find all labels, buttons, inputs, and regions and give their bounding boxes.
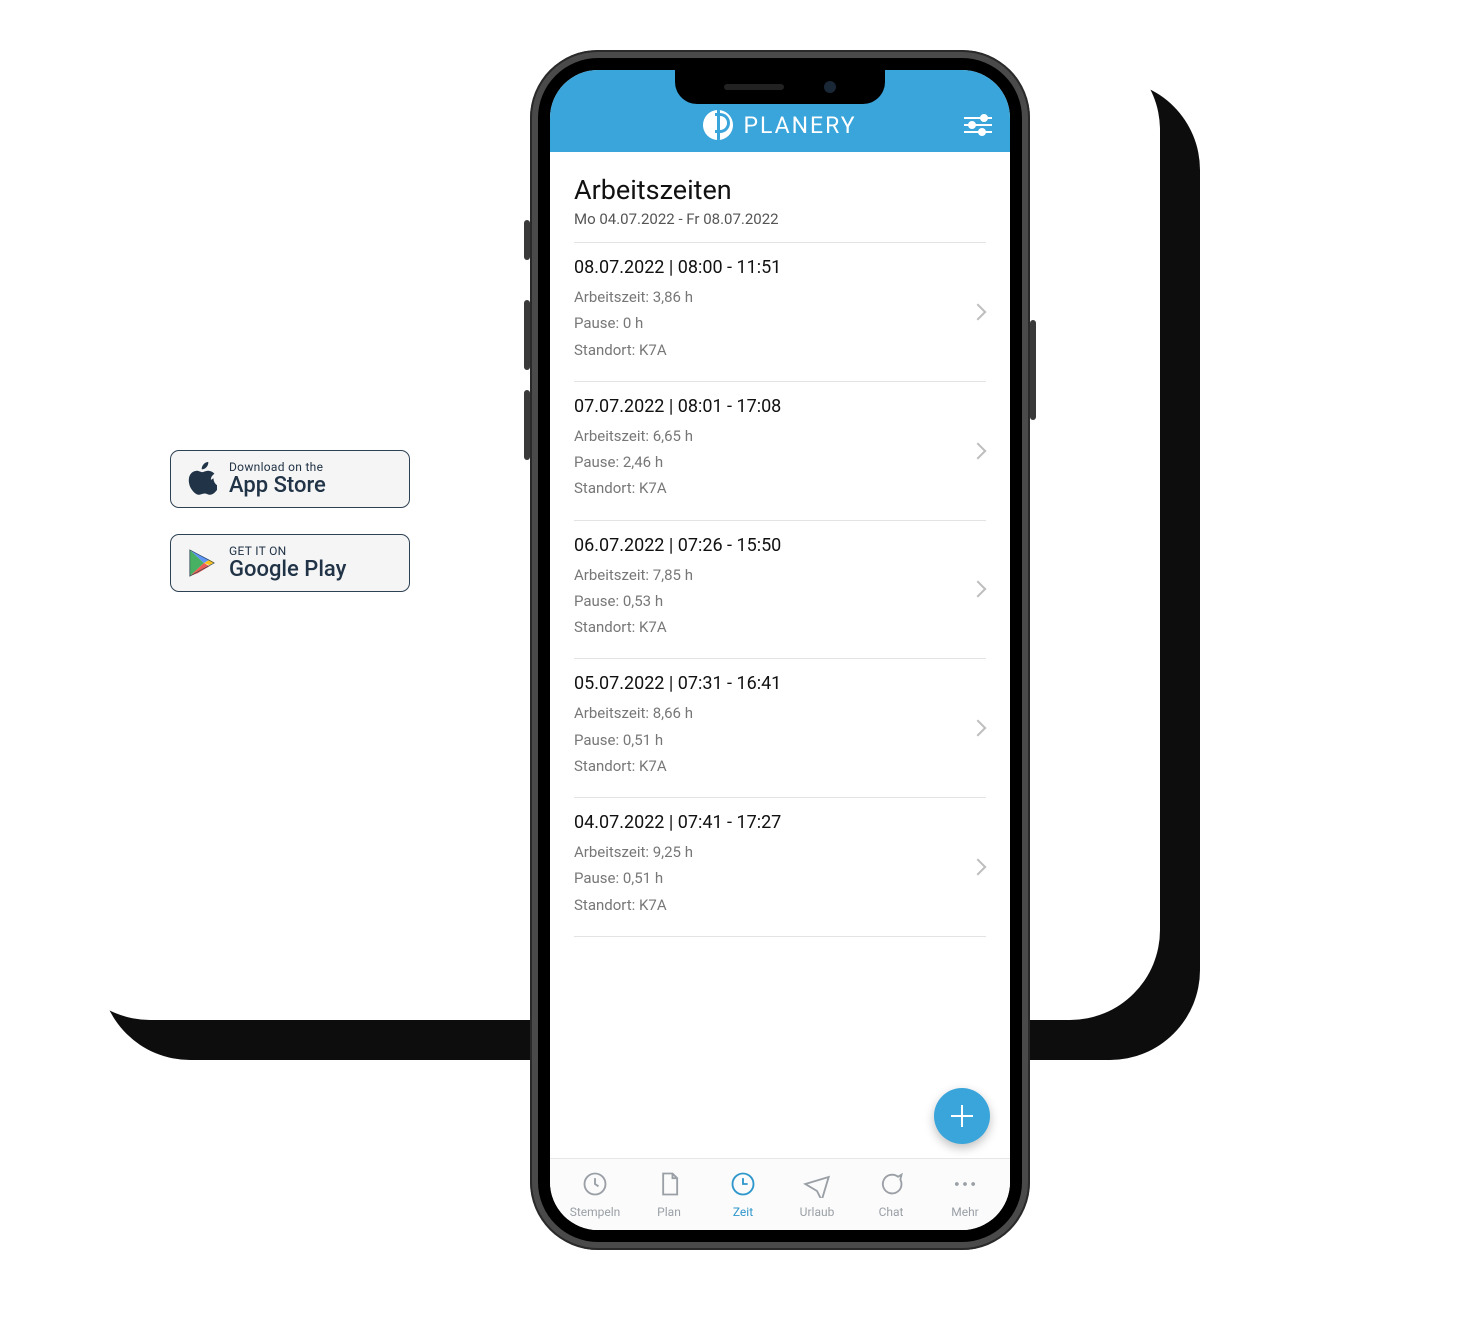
tab-plan[interactable]: Plan — [634, 1170, 704, 1219]
stopwatch-icon — [581, 1170, 609, 1201]
speaker-icon — [724, 84, 784, 90]
sliders-icon — [964, 114, 992, 136]
more-icon — [951, 1170, 979, 1201]
entry-pause: Pause: 0,51 h — [574, 727, 986, 753]
entry-title: 06.07.2022 | 07:26 - 15:50 — [574, 535, 986, 556]
store-badges: Download on the App Store GET IT ON Goog… — [170, 450, 410, 618]
page-subtitle: Mo 04.07.2022 - Fr 08.07.2022 — [574, 210, 986, 228]
entry-list: 08.07.2022 | 08:00 - 11:51 Arbeitszeit: 3… — [574, 243, 986, 937]
phone-screen: PLANERY Arbeitszeiten Mo 04.07.2022 - Fr… — [550, 70, 1010, 1230]
googleplay-text: GET IT ON Google Play — [229, 545, 346, 581]
entry-location: Standort: K7A — [574, 892, 986, 918]
entry-work: Arbeitszeit: 8,66 h — [574, 700, 986, 726]
tab-label: Mehr — [951, 1205, 979, 1219]
entry-location: Standort: K7A — [574, 475, 986, 501]
entry-work: Arbeitszeit: 9,25 h — [574, 839, 986, 865]
phone-notch — [675, 70, 885, 104]
tab-label: Chat — [879, 1205, 904, 1219]
appstore-text: Download on the App Store — [229, 461, 326, 497]
entry-location: Standort: K7A — [574, 614, 986, 640]
entry-location: Standort: K7A — [574, 337, 986, 363]
tab-mehr[interactable]: Mehr — [930, 1170, 1000, 1219]
clock-icon — [729, 1170, 757, 1201]
entry-location: Standort: K7A — [574, 753, 986, 779]
time-entry[interactable]: 06.07.2022 | 07:26 - 15:50 Arbeitszeit: 7… — [574, 521, 986, 660]
entry-pause: Pause: 0,51 h — [574, 865, 986, 891]
chat-icon — [877, 1170, 905, 1201]
entry-work: Arbeitszeit: 7,85 h — [574, 562, 986, 588]
airplane-icon — [803, 1170, 831, 1201]
tab-label: Urlaub — [800, 1205, 835, 1219]
entry-title: 08.07.2022 | 08:00 - 11:51 — [574, 257, 986, 278]
power-button — [1030, 320, 1036, 420]
content-area: Arbeitszeiten Mo 04.07.2022 - Fr 08.07.2… — [550, 152, 1010, 1158]
document-icon — [655, 1170, 683, 1201]
brand: PLANERY — [703, 110, 856, 140]
tab-label: Plan — [657, 1205, 681, 1219]
entry-pause: Pause: 0 h — [574, 310, 986, 336]
googleplay-big-text: Google Play — [229, 558, 346, 581]
appstore-big-text: App Store — [229, 474, 326, 497]
time-entry[interactable]: 08.07.2022 | 08:00 - 11:51 Arbeitszeit: 3… — [574, 243, 986, 382]
apple-icon — [187, 461, 217, 497]
add-entry-button[interactable] — [934, 1088, 990, 1144]
entry-work: Arbeitszeit: 6,65 h — [574, 423, 986, 449]
entry-work: Arbeitszeit: 3,86 h — [574, 284, 986, 310]
page-title: Arbeitszeiten — [574, 174, 986, 206]
tab-label: Zeit — [733, 1205, 753, 1219]
time-entry[interactable]: 04.07.2022 | 07:41 - 17:27 Arbeitszeit: 9… — [574, 798, 986, 937]
tab-zeit[interactable]: Zeit — [708, 1170, 778, 1219]
camera-icon — [824, 81, 836, 93]
phone-frame: PLANERY Arbeitszeiten Mo 04.07.2022 - Fr… — [530, 50, 1030, 1250]
tab-stempeln[interactable]: Stempeln — [560, 1170, 630, 1219]
brand-name: PLANERY — [743, 112, 856, 139]
entry-title: 04.07.2022 | 07:41 - 17:27 — [574, 812, 986, 833]
time-entry[interactable]: 07.07.2022 | 08:01 - 17:08 Arbeitszeit: 6… — [574, 382, 986, 521]
tab-urlaub[interactable]: Urlaub — [782, 1170, 852, 1219]
googleplay-icon — [187, 546, 217, 580]
entry-title: 05.07.2022 | 07:31 - 16:41 — [574, 673, 986, 694]
tab-label: Stempeln — [570, 1205, 621, 1219]
appstore-badge[interactable]: Download on the App Store — [170, 450, 410, 508]
time-entry[interactable]: 05.07.2022 | 07:31 - 16:41 Arbeitszeit: 8… — [574, 659, 986, 798]
filter-button[interactable] — [964, 114, 992, 136]
entry-pause: Pause: 2,46 h — [574, 449, 986, 475]
googleplay-badge[interactable]: GET IT ON Google Play — [170, 534, 410, 592]
tab-chat[interactable]: Chat — [856, 1170, 926, 1219]
tab-bar: Stempeln Plan Zeit Urlaub Chat Mehr — [550, 1158, 1010, 1230]
appstore-small-text: Download on the — [229, 461, 326, 474]
planery-logo-icon — [703, 110, 733, 140]
googleplay-small-text: GET IT ON — [229, 545, 346, 558]
entry-title: 07.07.2022 | 08:01 - 17:08 — [574, 396, 986, 417]
entry-pause: Pause: 0,53 h — [574, 588, 986, 614]
